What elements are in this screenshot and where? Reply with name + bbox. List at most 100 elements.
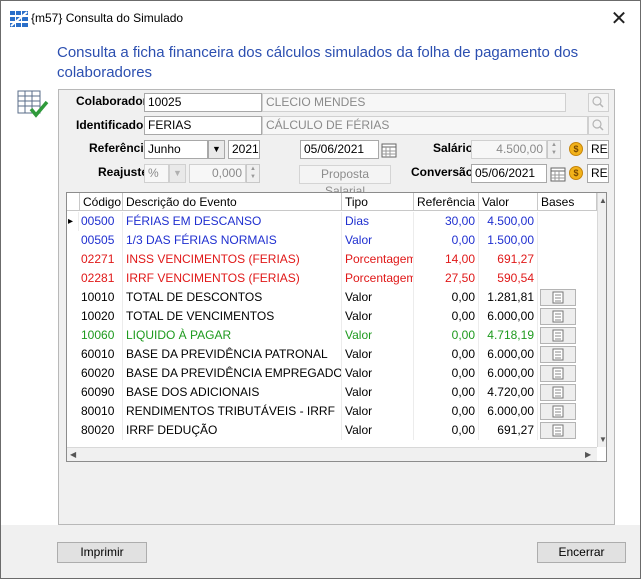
conversao-date-field[interactable]: 05/06/2021	[471, 164, 547, 183]
cell-codigo: 80010	[81, 402, 123, 421]
table-row[interactable]: 80010 RENDIMENTOS TRIBUTÁVEIS - IRRF Valor…	[67, 402, 597, 421]
identificador-name-field: CÁLCULO DE FÉRIAS	[262, 116, 588, 135]
identificador-label: Identificador	[76, 118, 149, 132]
col-header-valor[interactable]: Valor	[479, 193, 538, 211]
identificador-code-field[interactable]: FERIAS	[144, 116, 262, 135]
table-row[interactable]: 02271 INSS VENCIMENTOS (FERIAS) Porcentage…	[67, 250, 597, 269]
referencia-month-select[interactable]: Junho	[144, 140, 208, 159]
scroll-left-icon[interactable]: ◀	[70, 450, 76, 459]
col-header-referencia[interactable]: Referência	[414, 193, 479, 211]
cell-descricao: BASE DA PREVIDÊNCIA PATRONAL	[126, 345, 342, 364]
cell-valor: 6.000,00	[479, 345, 538, 364]
bases-button[interactable]	[540, 308, 576, 325]
scroll-right-icon[interactable]: ▶	[585, 450, 591, 459]
bases-button[interactable]	[540, 422, 576, 439]
cell-tipo: Valor	[345, 402, 414, 421]
colaborador-code-field[interactable]: 10025	[144, 93, 262, 112]
table-row[interactable]: 60020 BASE DA PREVIDÊNCIA EMPREGADO Valor 0…	[67, 364, 597, 383]
cell-codigo: 02271	[81, 250, 123, 269]
cell-tipo: Valor	[345, 345, 414, 364]
colaborador-search-icon[interactable]	[588, 93, 609, 112]
table-row[interactable]: 80020 IRRF DEDUÇÃO Valor 0,00 691,27	[67, 421, 597, 440]
reajuste-spinner: ▲ ▼	[246, 164, 260, 183]
table-row[interactable]: 10020 TOTAL DE VENCIMENTOS Valor 0,00 6.000,…	[67, 307, 597, 326]
col-header-tipo[interactable]: Tipo	[342, 193, 414, 211]
table-row[interactable]: 10060 LIQUIDO À PAGAR Valor 0,00 4.718,19	[67, 326, 597, 345]
salario-spinner: ▲ ▼	[547, 140, 561, 159]
scroll-down-icon[interactable]: ▼	[599, 435, 606, 444]
cell-codigo: 00505	[81, 231, 123, 250]
bases-button[interactable]	[540, 289, 576, 306]
bases-button[interactable]	[540, 327, 576, 344]
table-row[interactable]: 02281 IRRF VENCIMENTOS (FERIAS) Porcentage…	[67, 269, 597, 288]
referencia-date-field[interactable]: 05/06/2021	[300, 140, 379, 159]
reajuste-type-dropdown-icon: ▼	[169, 164, 186, 183]
salario-field: 4.500,00	[471, 140, 547, 159]
cell-valor: 6.000,00	[479, 364, 538, 383]
table-row[interactable]: 10010 TOTAL DE DESCONTOS Valor 0,00 1.281,81	[67, 288, 597, 307]
scroll-up-icon[interactable]: ▲	[599, 196, 606, 205]
col-header-bases[interactable]: Bases	[538, 193, 597, 211]
cell-tipo: Valor	[345, 421, 414, 440]
grid-horizontal-scrollbar[interactable]: ◀ ▶	[67, 447, 597, 461]
salario-label: Salário	[433, 141, 474, 155]
salario-currency-coin-icon[interactable]: $	[569, 142, 583, 156]
grid-vertical-scrollbar[interactable]: ▲ ▼	[597, 193, 606, 447]
conversao-currency-coin-icon[interactable]: $	[569, 166, 583, 180]
close-button[interactable]: Encerrar	[537, 542, 626, 563]
bases-button[interactable]	[540, 346, 576, 363]
cell-codigo: 60010	[81, 345, 123, 364]
conversao-currency-field[interactable]: REA	[587, 164, 609, 183]
window-title: {m57} Consulta do Simulado	[31, 11, 184, 25]
bases-button[interactable]	[540, 365, 576, 382]
cell-referencia: 0,00	[414, 326, 479, 345]
cell-referencia: 27,50	[414, 269, 479, 288]
cell-tipo: Porcentagem	[345, 250, 414, 269]
events-grid[interactable]: Código Descrição do Evento Tipo Referênc…	[66, 192, 607, 462]
print-button[interactable]: Imprimir	[57, 542, 147, 563]
cell-referencia: 0,00	[414, 383, 479, 402]
table-row[interactable]: 60010 BASE DA PREVIDÊNCIA PATRONAL Valor 0,…	[67, 345, 597, 364]
cell-referencia: 14,00	[414, 250, 479, 269]
col-header-descricao[interactable]: Descrição do Evento	[123, 193, 342, 211]
grid-app-icon	[10, 11, 28, 27]
salario-currency-field[interactable]: REA	[587, 140, 609, 159]
table-row[interactable]: ▸ 00500 FÉRIAS EM DESCANSO Dias 30,00 4.500,0…	[67, 212, 597, 231]
cell-valor: 4.500,00	[479, 212, 538, 231]
document-list-icon	[552, 367, 564, 380]
cell-referencia: 0,00	[414, 345, 479, 364]
cell-valor: 4.720,00	[479, 383, 538, 402]
referencia-year-field[interactable]: 2021	[228, 140, 260, 159]
cell-descricao: BASE DA PREVIDÊNCIA EMPREGADO	[126, 364, 342, 383]
dialog-window: {m57} Consulta do Simulado ✕ Consulta a …	[0, 0, 641, 579]
spreadsheet-check-icon	[17, 90, 49, 118]
cell-descricao: INSS VENCIMENTOS (FERIAS)	[126, 250, 342, 269]
table-row[interactable]: 00505 1/3 DAS FÉRIAS NORMAIS Valor 0,00 1.50…	[67, 231, 597, 250]
calendar-icon[interactable]	[380, 141, 398, 160]
cell-codigo: 60090	[81, 383, 123, 402]
cell-referencia: 0,00	[414, 231, 479, 250]
bases-button[interactable]	[540, 384, 576, 401]
cell-tipo: Valor	[345, 288, 414, 307]
col-header-codigo[interactable]: Código	[80, 193, 123, 211]
document-list-icon	[552, 405, 564, 418]
cell-valor: 590,54	[479, 269, 538, 288]
referencia-month-dropdown-icon[interactable]: ▼	[208, 140, 225, 159]
cell-referencia: 0,00	[414, 402, 479, 421]
cell-valor: 4.718,19	[479, 326, 538, 345]
cell-valor: 1.281,81	[479, 288, 538, 307]
table-row[interactable]: 60090 BASE DOS ADICIONAIS Valor 0,00 4.720,0…	[67, 383, 597, 402]
grid-header-indicator	[67, 193, 80, 211]
cell-referencia: 0,00	[414, 288, 479, 307]
cell-referencia: 30,00	[414, 212, 479, 231]
bases-button[interactable]	[540, 403, 576, 420]
cell-valor: 1.500,00	[479, 231, 538, 250]
row-pointer-icon: ▸	[68, 212, 79, 231]
cell-descricao: IRRF VENCIMENTOS (FERIAS)	[126, 269, 342, 288]
cell-descricao: TOTAL DE VENCIMENTOS	[126, 307, 342, 326]
identificador-search-icon[interactable]	[588, 116, 609, 135]
cell-tipo: Valor	[345, 307, 414, 326]
document-list-icon	[552, 348, 564, 361]
close-icon[interactable]: ✕	[601, 5, 637, 33]
conversao-calendar-icon[interactable]	[549, 165, 567, 184]
